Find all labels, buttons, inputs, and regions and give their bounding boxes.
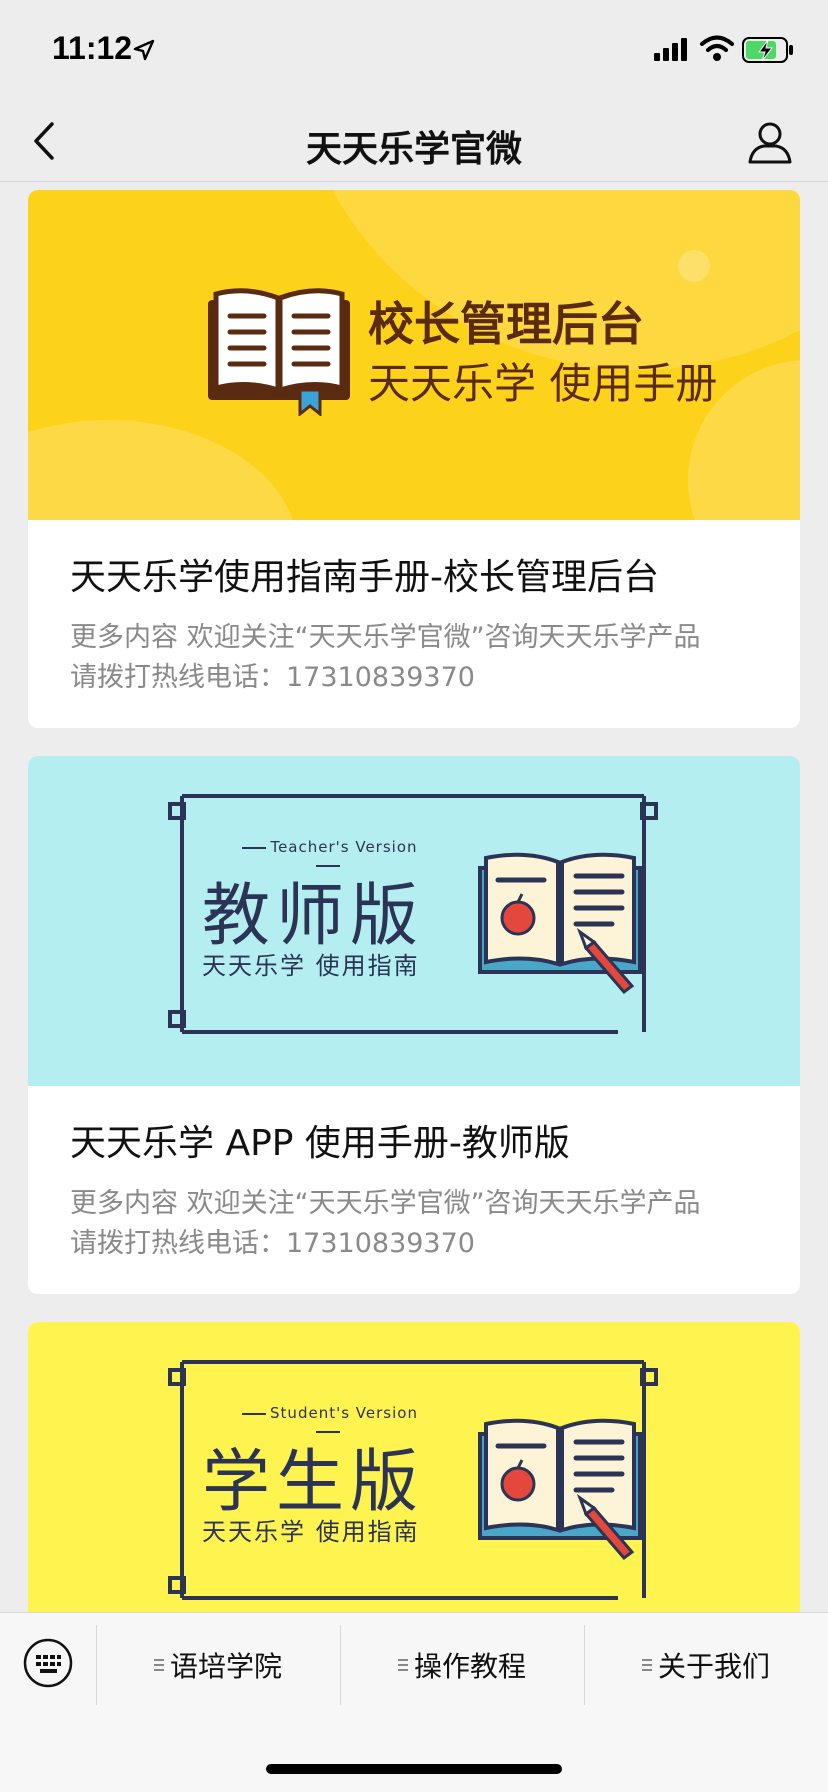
keyboard-icon[interactable] [22,1637,74,1689]
article-desc: 更多内容 欢迎关注“天天乐学官微”咨询天天乐学产品 请拨打热线电话：173108… [70,1184,758,1264]
banner-decor-circle [28,420,298,520]
article-card[interactable]: Student's Version 学生版 天天乐学 使用指南 [28,1322,800,1612]
article-title[interactable]: 天天乐学 APP 使用手册-教师版 [70,1114,758,1166]
open-book-pencil-icon [478,1418,642,1561]
menu-item-yupei[interactable]: 语培学院 [96,1625,339,1705]
article-card[interactable]: Teacher's Version 教师版 天天乐学 使用指南 天天乐学 APP… [28,756,800,1294]
article-banner: Student's Version 学生版 天天乐学 使用指南 [28,1322,800,1612]
article-desc-line: 更多内容 欢迎关注“天天乐学官微”咨询天天乐学产品 [70,622,701,653]
article-desc-line: 请拨打热线电话：17310839370 [70,1228,475,1259]
banner-headline: 学生版 [202,1443,425,1522]
menu-lines-icon [153,1659,164,1671]
menu-lines-icon [397,1659,408,1671]
menu-item-label: 操作教程 [413,1650,526,1683]
wifi-icon [700,35,734,61]
menu-item-tutorial[interactable]: 操作教程 [340,1625,583,1705]
article-card[interactable]: 校长管理后台 天天乐学 使用手册 天天乐学使用指南手册-校长管理后台 更多内容 … [28,190,800,728]
banner-decor-dot [678,250,710,282]
banner-headline: 教师版 [202,877,425,956]
status-bar: 11:12 [0,0,828,100]
article-banner: Teacher's Version 教师版 天天乐学 使用指南 [28,756,800,1086]
article-title[interactable]: 天天乐学使用指南手册-校长管理后台 [70,548,758,600]
banner-subline: 天天乐学 使用手册 [368,359,718,408]
article-desc-line: 更多内容 欢迎关注“天天乐学官微”咨询天天乐学产品 [70,1188,701,1219]
banner-subline: 天天乐学 使用指南 [202,952,420,980]
location-arrow-icon [133,39,155,61]
article-banner: 校长管理后台 天天乐学 使用手册 [28,190,800,520]
menu-item-label: 关于我们 [657,1650,770,1683]
banner-subline: 天天乐学 使用指南 [202,1518,420,1546]
article-desc-line: 请拨打热线电话：17310839370 [70,662,475,693]
cellular-signal-icon [654,38,687,61]
open-book-pencil-icon [478,852,642,995]
battery-charging-icon [742,37,793,63]
menu-item-about[interactable]: 关于我们 [584,1625,827,1705]
article-desc: 更多内容 欢迎关注“天天乐学官微”咨询天天乐学产品 请拨打热线电话：173108… [70,618,758,698]
page-title: 天天乐学官微 [305,129,522,170]
home-indicator[interactable] [266,1764,562,1774]
profile-icon[interactable] [746,118,794,166]
status-time: 11:12 [52,30,133,66]
menu-lines-icon [641,1659,652,1671]
card-body: 天天乐学 APP 使用手册-教师版 更多内容 欢迎关注“天天乐学官微”咨询天天乐… [28,1086,800,1294]
open-book-icon [208,288,350,416]
card-body: 天天乐学使用指南手册-校长管理后台 更多内容 欢迎关注“天天乐学官微”咨询天天乐… [28,520,800,728]
nav-bar: 天天乐学官微 [0,100,828,182]
menu-item-label: 语培学院 [169,1650,282,1683]
banner-headline: 校长管理后台 [368,297,644,351]
